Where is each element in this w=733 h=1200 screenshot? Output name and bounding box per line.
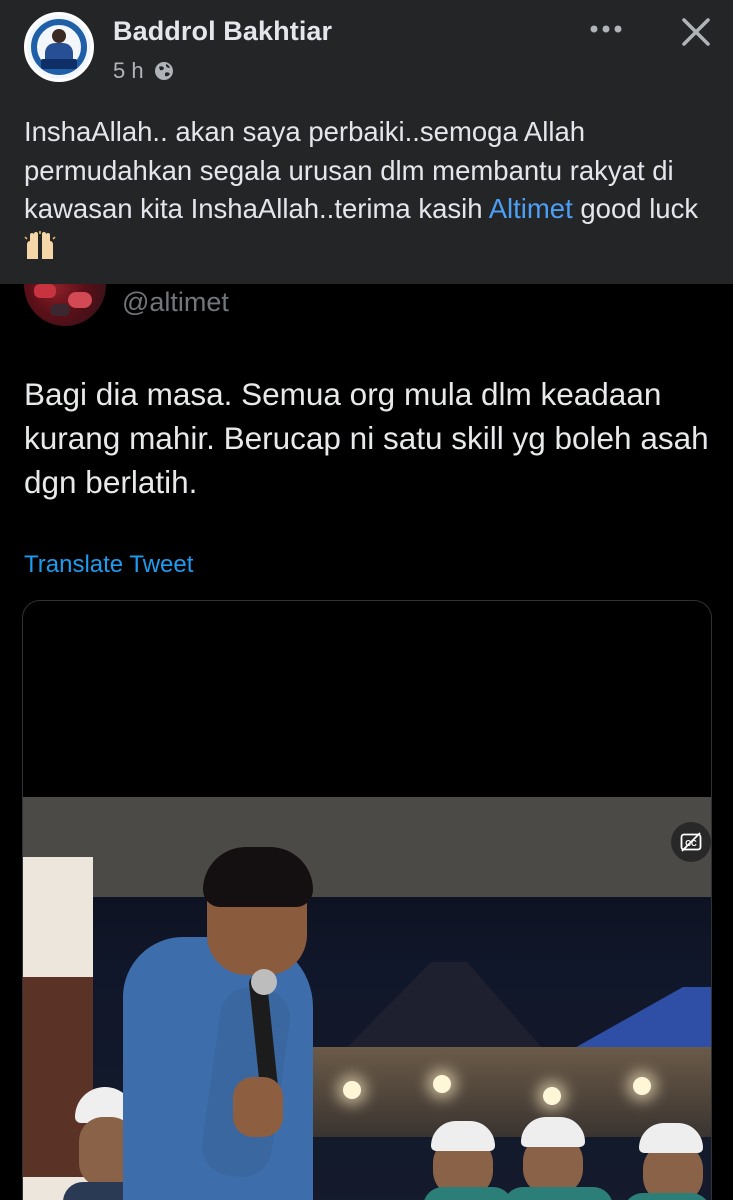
post-caption-mention[interactable]: Altimet	[489, 193, 573, 224]
raising-hands-glyph	[24, 230, 56, 259]
video-scene-awning-scallop	[23, 821, 711, 876]
audience-robe	[503, 1187, 613, 1200]
avatar-banner	[41, 59, 77, 69]
closed-captions-glyph: CC	[680, 832, 702, 852]
tweet-author-handle[interactable]: @altimet	[122, 287, 229, 318]
avatar-detail	[34, 284, 56, 298]
audience-cap	[431, 1121, 495, 1151]
video-scene-speaker-hand	[233, 1077, 283, 1137]
post-caption-ending: good luck	[572, 193, 699, 224]
video-scene-light	[343, 1081, 361, 1099]
avatar-detail	[68, 292, 92, 308]
video-scene-microphone-head	[251, 969, 277, 995]
more-horizontal-icon[interactable]	[584, 14, 628, 44]
audience-cap	[521, 1117, 585, 1147]
post-meta: 5 h	[113, 58, 174, 84]
video-scene-light	[633, 1077, 651, 1095]
tweet-video-card[interactable]: CC	[22, 600, 712, 1200]
avatar-detail	[50, 304, 70, 316]
globe-icon[interactable]	[154, 61, 174, 81]
screenshot-page: @altimet Bagi dia masa. Semua org mula d…	[0, 0, 733, 1200]
closed-captions-off-icon[interactable]: CC	[671, 822, 711, 862]
audience-robe	[423, 1187, 513, 1200]
more-dots-glyph	[590, 25, 622, 33]
post-caption: InshaAllah.. akan saya perbaiki..semoga …	[24, 113, 714, 267]
close-icon[interactable]	[676, 12, 716, 52]
avatar-person-head	[52, 29, 66, 43]
video-scene-light	[543, 1087, 561, 1105]
tweet-text: Bagi dia masa. Semua org mula dlm keadaa…	[24, 376, 709, 500]
raising-hands-emoji	[24, 230, 56, 261]
audience-robe	[623, 1193, 711, 1200]
facebook-post-header: Baddrol Bakhtiar 5 h InshaAllah.. akan s…	[0, 0, 733, 284]
close-glyph	[682, 18, 710, 46]
video-scene-audience	[403, 1107, 711, 1200]
audience-cap	[639, 1123, 703, 1153]
page-avatar[interactable]	[24, 12, 94, 82]
globe-glyph	[154, 62, 173, 80]
video-scene-light	[433, 1075, 451, 1093]
video-scene-speaker-hair	[203, 847, 313, 907]
post-timestamp[interactable]: 5 h	[113, 58, 144, 84]
translate-tweet-link[interactable]: Translate Tweet	[24, 551, 193, 579]
video-player[interactable]: CC	[23, 797, 711, 1200]
post-author-name[interactable]: Baddrol Bakhtiar	[113, 16, 332, 47]
